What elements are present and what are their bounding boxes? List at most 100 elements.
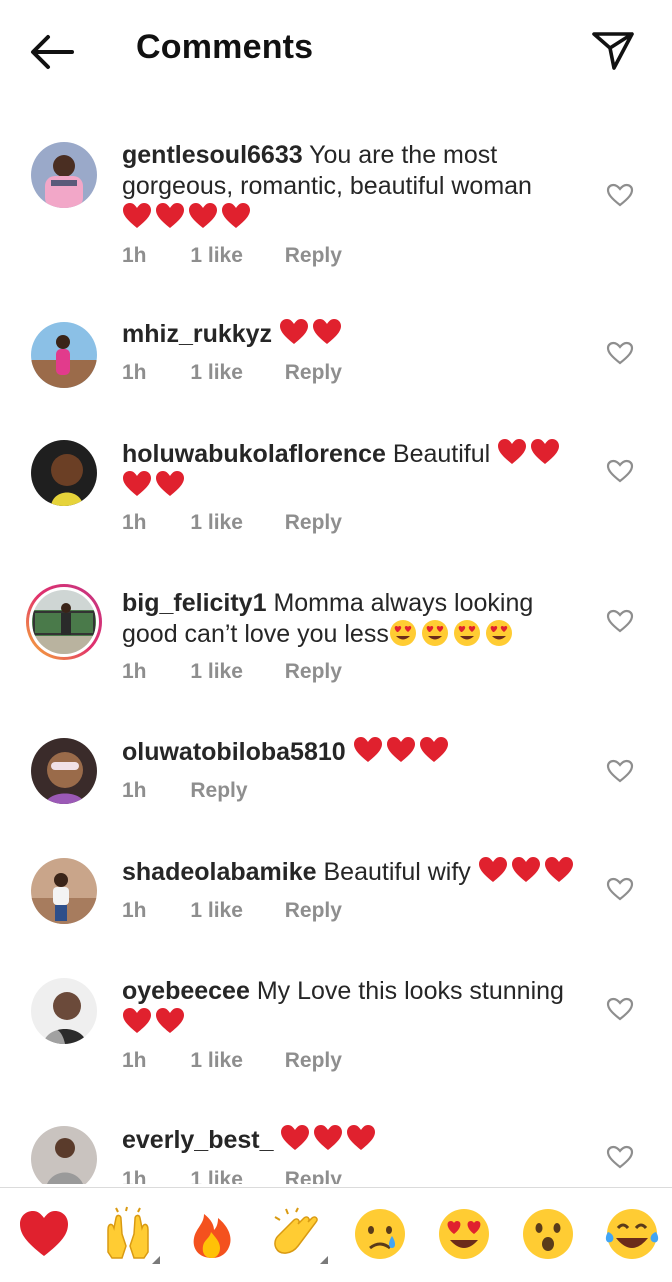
comment-meta: 1h Reply xyxy=(122,779,248,803)
comment-username[interactable]: oyebeecee xyxy=(122,977,250,1005)
comment-username[interactable]: everly_best_ xyxy=(122,1126,274,1154)
red-heart-icon xyxy=(313,319,342,344)
like-button[interactable] xyxy=(606,876,634,902)
comment-username[interactable]: mhiz_rukkyz xyxy=(122,320,272,348)
emoji-heart-eyes-button[interactable] xyxy=(436,1206,492,1262)
emoji-crying-face-button[interactable] xyxy=(352,1206,408,1262)
heart-eyes-emoji-group xyxy=(389,620,517,648)
reply-button[interactable]: Reply xyxy=(285,361,342,384)
comment-body: My Love this looks stunning xyxy=(256,977,564,1005)
like-button[interactable] xyxy=(606,758,634,784)
comment-meta: 1h 1 like Reply xyxy=(122,511,342,535)
share-button[interactable] xyxy=(588,24,638,74)
reply-button[interactable]: Reply xyxy=(285,899,342,922)
raised-hands-icon xyxy=(107,1206,149,1259)
comment-text: big_felicity1 Momma always looking good … xyxy=(122,588,582,650)
heart-outline-icon xyxy=(606,1145,634,1169)
emoji-clapping-hands-button[interactable] xyxy=(268,1206,328,1264)
heart-emoji-group xyxy=(279,319,345,348)
red-heart-icon xyxy=(347,1125,376,1150)
comment-time: 1h xyxy=(122,361,147,384)
comment-meta: 1h 1 like Reply xyxy=(122,1168,342,1184)
comment-likes[interactable]: 1 like xyxy=(190,361,243,384)
comment-likes[interactable]: 1 like xyxy=(190,660,243,683)
avatar[interactable] xyxy=(31,142,97,208)
comments-header: Comments xyxy=(0,0,672,100)
comment-meta: 1h 1 like Reply xyxy=(122,1049,342,1073)
avatar[interactable] xyxy=(31,858,97,924)
emoji-tears-of-joy-button[interactable] xyxy=(604,1206,660,1262)
avatar[interactable] xyxy=(31,322,97,388)
comment-meta: 1h 1 like Reply xyxy=(122,660,342,684)
heart-outline-icon xyxy=(606,877,634,901)
like-button[interactable] xyxy=(606,182,634,208)
red-heart-icon xyxy=(544,857,573,882)
reply-button[interactable]: Reply xyxy=(285,511,342,534)
red-heart-icon xyxy=(156,203,184,228)
heart-emoji-group xyxy=(280,1125,379,1154)
comment-time: 1h xyxy=(122,511,147,534)
comment-text: oluwatobiloba5810 xyxy=(122,736,582,768)
comment-username[interactable]: oluwatobiloba5810 xyxy=(122,738,346,766)
avatar[interactable] xyxy=(31,1126,97,1184)
red-heart-icon xyxy=(280,319,309,344)
comment-text: shadeolabamike Beautiful wify xyxy=(122,856,582,888)
heart-outline-icon xyxy=(606,341,634,365)
heart-eyes-emoji-icon xyxy=(421,620,448,646)
comments-list[interactable]: gentlesoul6633 You are the most gorgeous… xyxy=(0,118,672,1184)
reply-button[interactable]: Reply xyxy=(285,660,342,683)
like-button[interactable] xyxy=(606,340,634,366)
red-heart-icon xyxy=(511,857,540,882)
skin-tone-indicator xyxy=(320,1256,328,1264)
comment-username[interactable]: big_felicity1 xyxy=(122,589,267,617)
skin-tone-indicator xyxy=(152,1256,160,1264)
like-button[interactable] xyxy=(606,458,634,484)
comment-time: 1h xyxy=(122,779,147,802)
comment-likes[interactable]: 1 like xyxy=(190,1049,243,1072)
emoji-surprised-face-button[interactable] xyxy=(520,1206,576,1262)
comment-text: holuwabukolaflorence Beautiful xyxy=(122,438,582,502)
comment-meta: 1h 1 like Reply xyxy=(122,244,342,268)
emoji-red-heart-button[interactable] xyxy=(16,1206,72,1262)
heart-outline-icon xyxy=(606,609,634,633)
comment-time: 1h xyxy=(122,899,147,922)
heart-outline-icon xyxy=(606,759,634,783)
comment-likes[interactable]: 1 like xyxy=(190,1168,243,1184)
heart-eyes-emoji-icon xyxy=(485,620,512,646)
red-heart-icon xyxy=(123,471,151,496)
comment-username[interactable]: gentlesoul6633 xyxy=(122,141,303,169)
comment-time: 1h xyxy=(122,244,147,267)
page-title: Comments xyxy=(136,28,314,66)
emoji-fire-button[interactable] xyxy=(184,1206,240,1262)
red-heart-icon xyxy=(156,471,184,496)
avatar[interactable] xyxy=(31,978,97,1044)
red-heart-icon xyxy=(314,1125,343,1150)
emoji-raised-hands-button[interactable] xyxy=(100,1206,160,1264)
comment-likes[interactable]: 1 like xyxy=(190,511,243,534)
comment-likes[interactable]: 1 like xyxy=(190,244,243,267)
reply-button[interactable]: Reply xyxy=(285,1168,342,1184)
avatar[interactable] xyxy=(31,440,97,506)
comment-text: mhiz_rukkyz xyxy=(122,318,582,350)
surprised-face-icon xyxy=(523,1209,573,1259)
back-button[interactable] xyxy=(26,28,78,76)
like-button[interactable] xyxy=(606,996,634,1022)
red-heart-icon xyxy=(222,203,250,228)
like-button[interactable] xyxy=(606,608,634,634)
comment-text: gentlesoul6633 You are the most gorgeous… xyxy=(122,140,582,234)
like-button[interactable] xyxy=(606,1144,634,1170)
paper-plane-icon xyxy=(592,32,634,70)
comment-username[interactable]: shadeolabamike xyxy=(122,858,317,886)
avatar-story-ring[interactable] xyxy=(24,582,104,662)
reply-button[interactable]: Reply xyxy=(285,1049,342,1072)
heart-emoji-group xyxy=(478,857,577,886)
heart-eyes-face-icon xyxy=(439,1209,489,1259)
comment-username[interactable]: holuwabukolaflorence xyxy=(122,440,386,468)
arrow-left-icon xyxy=(31,35,74,69)
reply-button[interactable]: Reply xyxy=(285,244,342,267)
comment-likes[interactable]: 1 like xyxy=(190,899,243,922)
red-heart-icon xyxy=(156,1008,184,1033)
comment-time: 1h xyxy=(122,1049,147,1072)
avatar[interactable] xyxy=(31,738,97,804)
reply-button[interactable]: Reply xyxy=(190,779,247,802)
